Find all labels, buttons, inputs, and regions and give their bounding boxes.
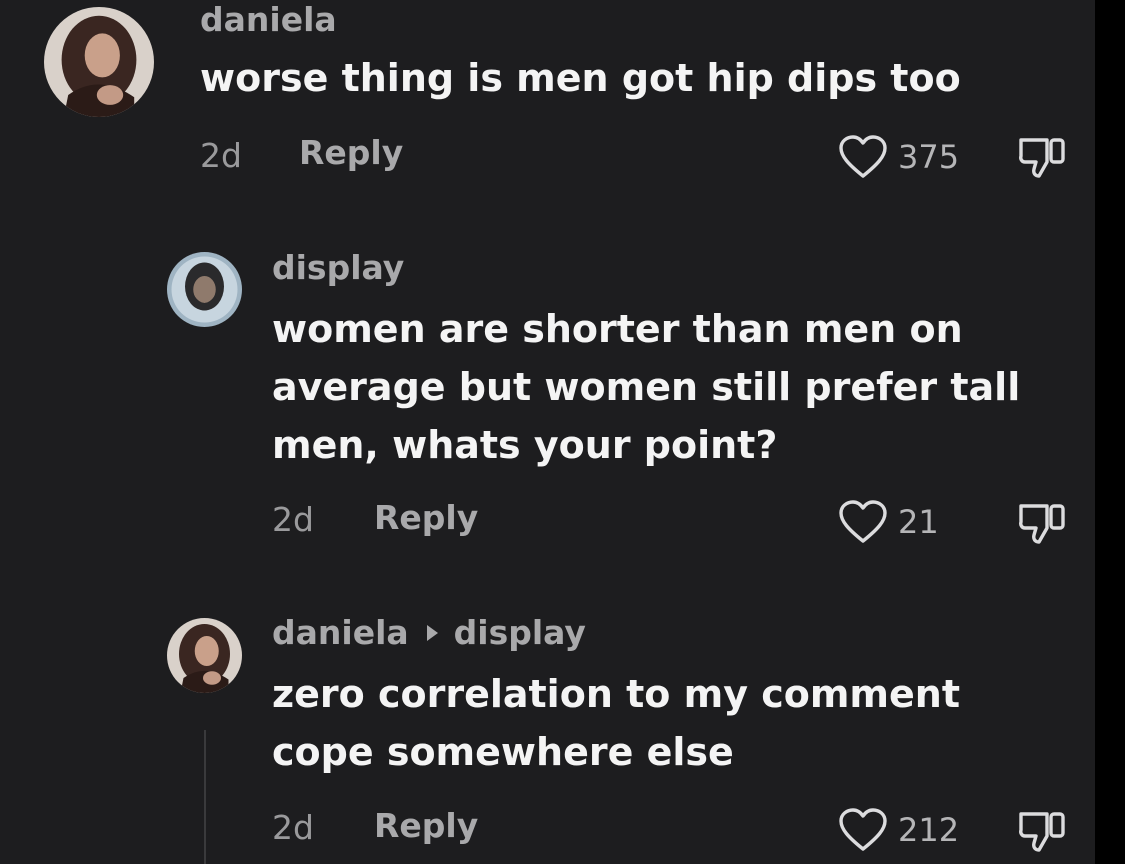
reply-button[interactable]: Reply: [374, 806, 478, 845]
comment-text: zero correlation to my comment cope some…: [272, 672, 961, 774]
username-text[interactable]: daniela: [272, 613, 409, 652]
thread-line: [204, 730, 206, 864]
heart-icon: [839, 808, 887, 851]
avatar[interactable]: [167, 618, 242, 693]
comment: daniela display zero correlation to my co…: [0, 0, 1095, 864]
comments-panel: daniela worse thing is men got hip dips …: [0, 0, 1095, 864]
like-button[interactable]: 212: [838, 807, 959, 853]
comment-username[interactable]: daniela display: [272, 613, 586, 652]
like-count: 212: [898, 811, 960, 849]
thumbs-down-icon: [1019, 812, 1065, 852]
female-avatar-icon: [167, 618, 242, 693]
reply-to-username[interactable]: display: [454, 613, 586, 652]
comment-time: 2d: [272, 808, 314, 847]
reply-arrow-icon: [426, 624, 438, 641]
dislike-button[interactable]: [1017, 806, 1069, 856]
